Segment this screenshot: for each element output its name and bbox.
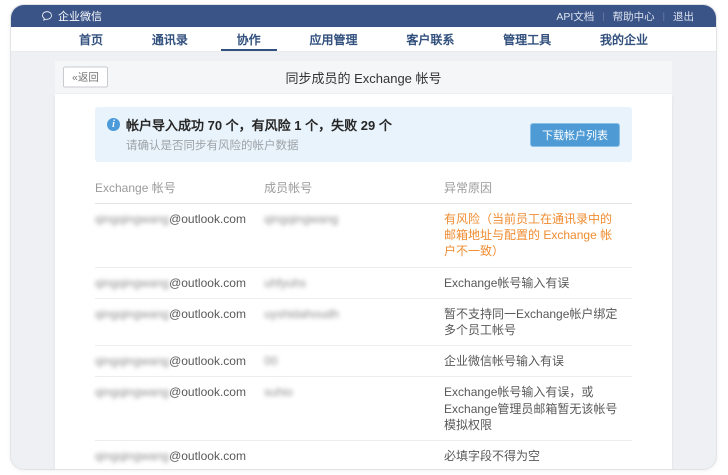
col-header-exchange-account: Exchange 帐号 — [95, 173, 264, 204]
back-button[interactable]: «返回 — [63, 67, 108, 88]
exchange-account-user: qingqingwang — [95, 307, 169, 321]
error-reason: Exchange帐号输入有误，或Exchange管理员邮箱暂无该帐号模拟权限 — [444, 377, 632, 441]
exchange-account-user: qingqingwang — [95, 385, 169, 399]
table-header-row: Exchange 帐号 成员帐号 异常原因 — [95, 173, 632, 204]
content-area: «返回 同步成员的 Exchange 帐号 i 帐户导入成功 70 个，有风险 … — [11, 52, 716, 470]
help-center-link[interactable]: 帮助中心 — [613, 9, 655, 24]
tab-app-management[interactable]: 应用管理 — [293, 27, 373, 51]
app-logo: 企业微信 — [41, 8, 102, 24]
col-header-member-account: 成员帐号 — [264, 173, 444, 204]
exchange-account-domain: @outlook.com — [169, 354, 246, 368]
tab-contacts[interactable]: 通讯录 — [136, 27, 204, 51]
col-header-error-reason: 异常原因 — [444, 173, 632, 204]
import-result-summary: 帐户导入成功 70 个，有风险 1 个，失败 29 个 — [126, 115, 392, 134]
import-result-hint: 请确认是否同步有风险的帐户数据 — [126, 137, 502, 153]
exchange-account-domain: @outlook.com — [169, 385, 246, 399]
divider: | — [663, 11, 665, 21]
exchange-account-domain: @outlook.com — [169, 212, 246, 226]
table-row: qingqingwang@outlook.com suhio Exchange帐… — [95, 377, 632, 441]
info-icon: i — [107, 118, 120, 131]
chat-bubble-icon — [41, 10, 53, 22]
error-reason: 企业微信帐号输入有误 — [444, 346, 632, 377]
exchange-account-domain: @outlook.com — [169, 307, 246, 321]
sync-panel: «返回 同步成员的 Exchange 帐号 i 帐户导入成功 70 个，有风险 … — [55, 61, 672, 470]
error-reason: 必填字段不得为空 — [444, 440, 632, 470]
tab-customer-contact[interactable]: 客户联系 — [390, 27, 470, 51]
exchange-account-user: qingqingwang — [95, 449, 169, 463]
panel-header: «返回 同步成员的 Exchange 帐号 — [55, 61, 672, 94]
api-docs-link[interactable]: API文档 — [556, 9, 594, 24]
main-nav: 首页 通讯录 协作 应用管理 客户联系 管理工具 我的企业 — [11, 27, 716, 52]
top-bar: 企业微信 API文档 | 帮助中心 | 退出 — [11, 5, 716, 27]
divider: | — [602, 11, 604, 21]
member-account: suhio — [264, 385, 293, 399]
error-reason: 有风险（当前员工在通讯录中的邮箱地址与配置的 Exchange 帐户不一致） — [444, 204, 632, 268]
member-account: uhfyuhs — [264, 276, 306, 290]
app-logo-text: 企业微信 — [58, 8, 102, 24]
download-account-list-button[interactable]: 下载帐户列表 — [530, 123, 620, 147]
import-result-banner: i 帐户导入成功 70 个，有风险 1 个，失败 29 个 请确认是否同步有风险… — [95, 107, 632, 162]
table-row: qingqingwang@outlook.com 必填字段不得为空 — [95, 440, 632, 470]
tab-my-enterprise[interactable]: 我的企业 — [584, 27, 664, 51]
table-body: qingqingwang@outlook.com qingqingwang 有风… — [95, 204, 632, 471]
member-account: qingqingwang — [264, 212, 338, 226]
table-row: qingqingwang@outlook.com uhfyuhs Exchang… — [95, 267, 632, 298]
tab-home[interactable]: 首页 — [63, 27, 119, 51]
error-reason: 暂不支持同一Exchange帐户绑定多个员工帐号 — [444, 298, 632, 345]
sync-result-table: Exchange 帐号 成员帐号 异常原因 qingqingwang@outlo… — [95, 173, 632, 470]
member-account: uyshidahoudh — [264, 307, 339, 321]
topbar-links: API文档 | 帮助中心 | 退出 — [556, 9, 694, 24]
table-row: qingqingwang@outlook.com 00 企业微信帐号输入有误 — [95, 346, 632, 377]
exchange-account-domain: @outlook.com — [169, 276, 246, 290]
exchange-account-user: qingqingwang — [95, 354, 169, 368]
app-window: 企业微信 API文档 | 帮助中心 | 退出 首页 通讯录 协作 应用管理 客户… — [10, 4, 717, 470]
logout-link[interactable]: 退出 — [673, 9, 694, 24]
exchange-account-user: qingqingwang — [95, 212, 169, 226]
error-reason: Exchange帐号输入有误 — [444, 267, 632, 298]
table-row: qingqingwang@outlook.com qingqingwang 有风… — [95, 204, 632, 268]
panel-body: i 帐户导入成功 70 个，有风险 1 个，失败 29 个 请确认是否同步有风险… — [55, 94, 672, 470]
tab-management-tools[interactable]: 管理工具 — [487, 27, 567, 51]
member-account: 00 — [264, 354, 277, 368]
tab-collaboration[interactable]: 协作 — [221, 27, 277, 51]
exchange-account-user: qingqingwang — [95, 276, 169, 290]
page-title: 同步成员的 Exchange 帐号 — [285, 68, 441, 87]
table-row: qingqingwang@outlook.com uyshidahoudh 暂不… — [95, 298, 632, 345]
exchange-account-domain: @outlook.com — [169, 449, 246, 463]
